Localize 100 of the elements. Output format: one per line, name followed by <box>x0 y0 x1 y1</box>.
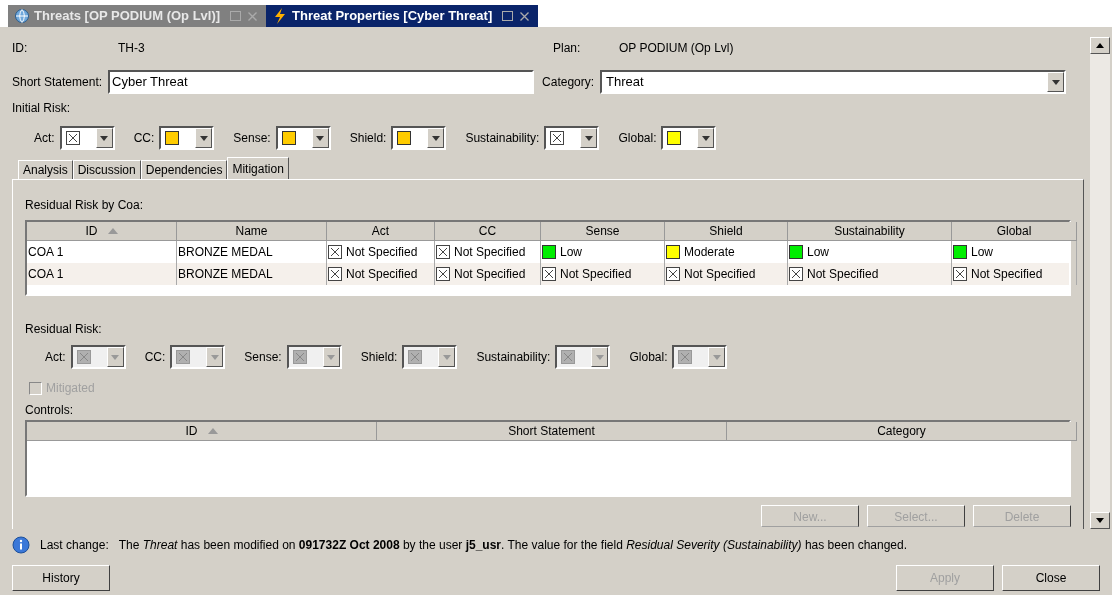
table-cell: Not Specified <box>541 263 665 285</box>
dialog-button[interactable]: History <box>12 565 110 591</box>
table-cell: Not Specified <box>327 263 435 285</box>
table-cell: BRONZE MEDAL <box>177 263 327 285</box>
section-tab[interactable]: Dependencies <box>140 160 228 179</box>
dropdown-arrow-icon <box>100 135 109 141</box>
category-dropdown[interactable]: Threat <box>600 70 1067 94</box>
dropdown-button[interactable] <box>697 128 715 148</box>
globe-icon <box>14 8 30 24</box>
not-specified-icon <box>436 245 450 259</box>
table-cell: Not Specified <box>952 263 1077 285</box>
dropdown-button[interactable] <box>311 128 329 148</box>
not-specified-icon <box>542 267 556 281</box>
not-specified-icon <box>436 267 450 281</box>
sort-ascending-icon <box>107 228 118 234</box>
table-cell: Not Specified <box>788 263 952 285</box>
section-label: Initial Risk: <box>12 100 70 117</box>
dropdown-button[interactable] <box>95 128 113 148</box>
not-specified-icon <box>328 267 342 281</box>
section-label: Residual Risk: <box>25 321 102 338</box>
not-specified-icon <box>292 350 307 364</box>
id-value: TH-3 <box>118 40 146 57</box>
column-header[interactable]: ID <box>27 422 377 441</box>
column-header[interactable]: Name <box>177 222 327 241</box>
dropdown-arrow-icon <box>111 354 120 360</box>
dropdown-button[interactable] <box>580 128 598 148</box>
dropdown-arrow-icon <box>1051 79 1060 85</box>
maximize-icon[interactable] <box>502 11 514 21</box>
risk-label: Sustainability: <box>476 349 551 366</box>
not-specified-icon <box>561 350 576 364</box>
risk-label: CC: <box>144 349 166 366</box>
risk-dropdown[interactable] <box>159 126 215 150</box>
risk-label: Global: <box>618 130 657 147</box>
not-specified-icon <box>678 350 693 364</box>
column-header[interactable]: Short Statement <box>377 422 727 441</box>
risk-label: Global: <box>629 349 668 366</box>
column-header[interactable]: Act <box>327 222 435 241</box>
scroll-up-icon[interactable] <box>1096 43 1104 48</box>
section-label: Controls: <box>25 402 74 419</box>
status-label: Last change: <box>40 537 109 554</box>
column-header[interactable]: Sense <box>541 222 665 241</box>
table-cell: Not Specified <box>435 263 541 285</box>
dropdown-arrow-icon <box>702 135 710 141</box>
risk-label: Shield: <box>349 130 387 147</box>
dropdown-arrow-icon <box>210 354 219 360</box>
risk-label: Sense: <box>233 130 271 147</box>
scroll-down-icon[interactable] <box>1096 518 1104 523</box>
plan-value: OP PODIUM (Op Lvl) <box>619 40 734 57</box>
column-header[interactable]: ID <box>27 222 177 241</box>
risk-label: Act: <box>34 130 55 147</box>
editor-tab[interactable]: Threat Properties [Cyber Threat] <box>266 5 539 27</box>
table-cell: COA 1 <box>27 263 177 285</box>
risk-dropdown[interactable] <box>275 126 331 150</box>
column-header[interactable]: CC <box>435 222 541 241</box>
risk-dropdown[interactable] <box>544 126 600 150</box>
risk-label: Sustainability: <box>465 130 540 147</box>
section-label: Residual Risk by Coa: <box>25 197 144 214</box>
not-specified-icon <box>328 245 342 259</box>
risk-label: CC: <box>133 130 155 147</box>
dropdown-arrow-icon <box>316 135 325 141</box>
sort-ascending-icon <box>207 428 218 434</box>
not-specified-icon <box>408 350 423 364</box>
field-label: Category: <box>542 74 595 91</box>
dropdown-arrow-icon <box>713 354 721 360</box>
field-label: Short Statement: <box>12 74 103 91</box>
not-specified-icon <box>789 267 803 281</box>
dropdown-button[interactable] <box>195 128 213 148</box>
dropdown-arrow-icon <box>584 135 593 141</box>
not-specified-icon <box>176 350 191 364</box>
risk-label: Shield: <box>360 349 398 366</box>
not-specified-icon <box>953 267 967 281</box>
status-message: The Threat has been modified on 091732Z Oct 2008 by the user j5_usr. The value for the field Residual Severity (Sustainability) has been changed. <box>118 537 907 554</box>
short-statement-field[interactable]: Cyber Threat <box>108 70 535 94</box>
dropdown-button[interactable] <box>427 128 445 148</box>
risk-label: Act: <box>45 349 66 366</box>
column-header[interactable]: Global <box>952 222 1077 241</box>
section-tab[interactable]: Discussion <box>72 160 141 179</box>
dialog-button[interactable]: Close <box>1002 565 1100 591</box>
risk-dropdown[interactable] <box>59 126 115 150</box>
not-specified-icon <box>550 131 565 145</box>
section-tab[interactable]: Mitigation <box>227 157 289 179</box>
info-icon <box>12 536 30 554</box>
dropdown-arrow-icon <box>431 135 440 141</box>
dropdown-arrow-icon <box>442 354 451 360</box>
column-header[interactable]: Sustainability <box>788 222 952 241</box>
column-header[interactable]: Shield <box>665 222 788 241</box>
scrollbar[interactable] <box>1090 37 1110 529</box>
dropdown-arrow-icon <box>327 354 336 360</box>
not-specified-icon <box>76 350 91 364</box>
risk-label: Sense: <box>244 349 282 366</box>
section-tab[interactable]: Analysis <box>18 160 73 179</box>
not-specified-icon <box>65 131 80 145</box>
dropdown-arrow-icon <box>199 135 208 141</box>
field-label: Plan: <box>553 40 582 57</box>
risk-dropdown[interactable] <box>391 126 447 150</box>
field-label: ID: <box>12 40 29 57</box>
close-icon[interactable] <box>520 11 530 21</box>
column-header[interactable]: Category <box>727 422 1077 441</box>
table-cell: Not Specified <box>665 263 788 285</box>
risk-dropdown[interactable] <box>661 126 717 150</box>
